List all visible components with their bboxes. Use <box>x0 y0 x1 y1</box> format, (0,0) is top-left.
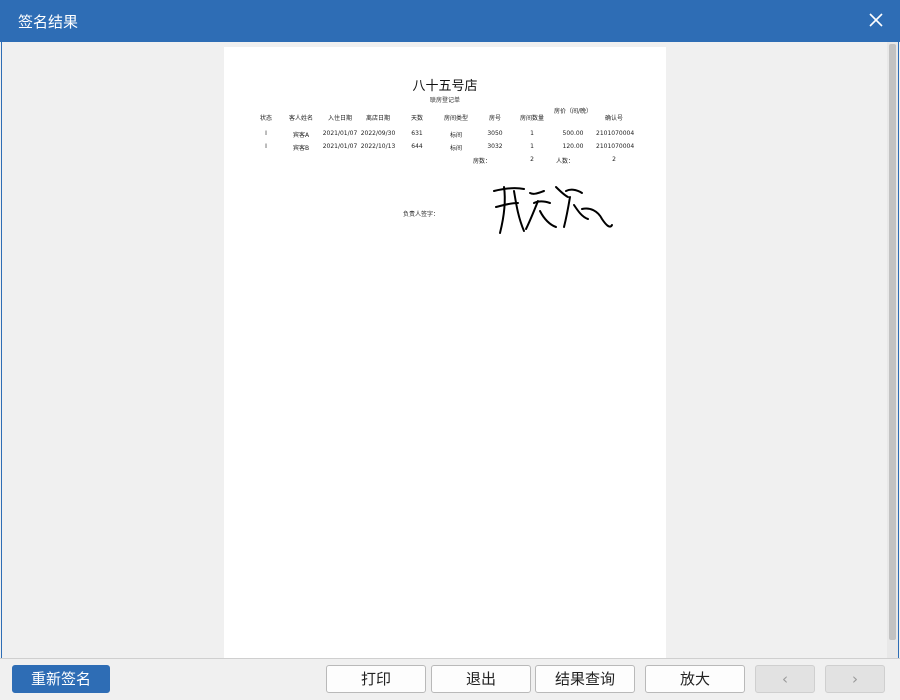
next-page-button[interactable]: › <box>825 665 885 693</box>
column-header: 入住日期 <box>327 115 352 122</box>
column-header: 状态 <box>259 115 272 122</box>
handwritten-signature <box>493 186 613 234</box>
zoom-in-button[interactable]: 放大 <box>645 665 745 693</box>
bottom-toolbar: 重新签名 打印 退出 结果查询 放大 ‹ › <box>0 658 900 700</box>
title-bar: 签名结果 <box>0 0 900 42</box>
exit-button[interactable]: 退出 <box>431 665 531 693</box>
column-header: 房间类型 <box>443 115 468 122</box>
table-cell: 631 <box>411 130 423 137</box>
signature-label: 负责人签字： <box>403 211 440 218</box>
table-cell: 2021/01/07 <box>322 130 358 137</box>
hotel-name: 八十五号店 <box>412 79 478 94</box>
table-cell: 标间 <box>449 145 462 152</box>
column-header: 天数 <box>410 115 423 122</box>
table-cell: 宾客B <box>292 145 310 152</box>
query-result-button[interactable]: 结果查询 <box>535 665 635 693</box>
table-cell: 120.00 <box>562 143 584 150</box>
table-cell: 1 <box>530 143 534 150</box>
table-cell: 2022/10/13 <box>360 143 396 150</box>
table-cell: I <box>265 143 267 150</box>
close-icon[interactable] <box>866 10 886 30</box>
table-cell: 2101070004 <box>596 130 635 137</box>
column-header: 客人姓名 <box>288 115 313 122</box>
table-cell: 1 <box>530 130 534 137</box>
table-cell: 644 <box>411 143 423 150</box>
form-title: 联房登记单 <box>429 97 460 104</box>
people-label: 人数： <box>556 158 575 165</box>
resign-button[interactable]: 重新签名 <box>12 665 110 693</box>
rooms-value: 2 <box>530 156 534 163</box>
table-cell: 3050 <box>487 130 503 137</box>
previous-page-button[interactable]: ‹ <box>755 665 815 693</box>
vertical-scrollbar[interactable] <box>887 42 898 658</box>
column-header: 房价（间/晚） <box>554 108 593 115</box>
column-header: 确认号 <box>604 115 623 122</box>
column-header: 离店日期 <box>365 115 390 122</box>
table-cell: 2021/01/07 <box>322 143 358 150</box>
column-header: 房号 <box>488 115 501 122</box>
scrollbar-thumb[interactable] <box>889 44 896 640</box>
table-cell: 500.00 <box>562 130 584 137</box>
window-title: 签名结果 <box>18 13 79 31</box>
people-value: 2 <box>612 156 616 163</box>
table-cell: I <box>265 130 267 137</box>
table-cell: 标间 <box>449 132 462 139</box>
table-cell: 2022/09/30 <box>360 130 396 137</box>
column-header: 房间数量 <box>519 115 544 122</box>
table-cell: 宾客A <box>292 132 310 139</box>
table-cell: 2101070004 <box>596 143 635 150</box>
rooms-label: 房数： <box>473 158 492 165</box>
table-cell: 3032 <box>487 143 503 150</box>
document-page: 八十五号店 联房登记单 状态 客人姓名 入住日期 离店日期 天数 房间类型 房号… <box>224 47 666 658</box>
print-button[interactable]: 打印 <box>326 665 426 693</box>
